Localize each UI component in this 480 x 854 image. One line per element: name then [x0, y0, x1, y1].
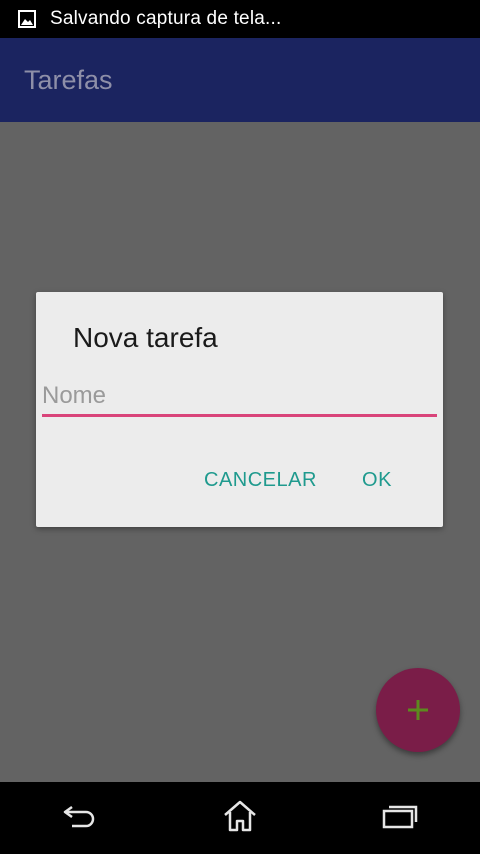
new-task-dialog: Nova tarefa CANCELAR OK — [36, 292, 443, 527]
home-icon — [222, 799, 258, 838]
app-bar: Tarefas — [0, 38, 480, 122]
image-icon — [18, 10, 36, 28]
plus-icon — [406, 698, 430, 722]
app-title: Tarefas — [24, 64, 113, 95]
ok-button[interactable]: OK — [358, 462, 396, 498]
status-notification-text: Salvando captura de tela... — [50, 8, 282, 29]
dialog-title: Nova tarefa — [73, 322, 218, 353]
add-task-button[interactable] — [376, 668, 460, 752]
home-button[interactable] — [200, 788, 280, 848]
system-nav-bar — [0, 782, 480, 854]
task-name-input[interactable] — [42, 378, 437, 417]
cancel-button[interactable]: CANCELAR — [204, 462, 316, 498]
recent-apps-icon — [381, 802, 419, 835]
status-bar: Salvando captura de tela... — [0, 0, 480, 38]
back-button[interactable] — [40, 788, 120, 848]
recent-apps-button[interactable] — [360, 788, 440, 848]
back-icon — [62, 801, 98, 836]
